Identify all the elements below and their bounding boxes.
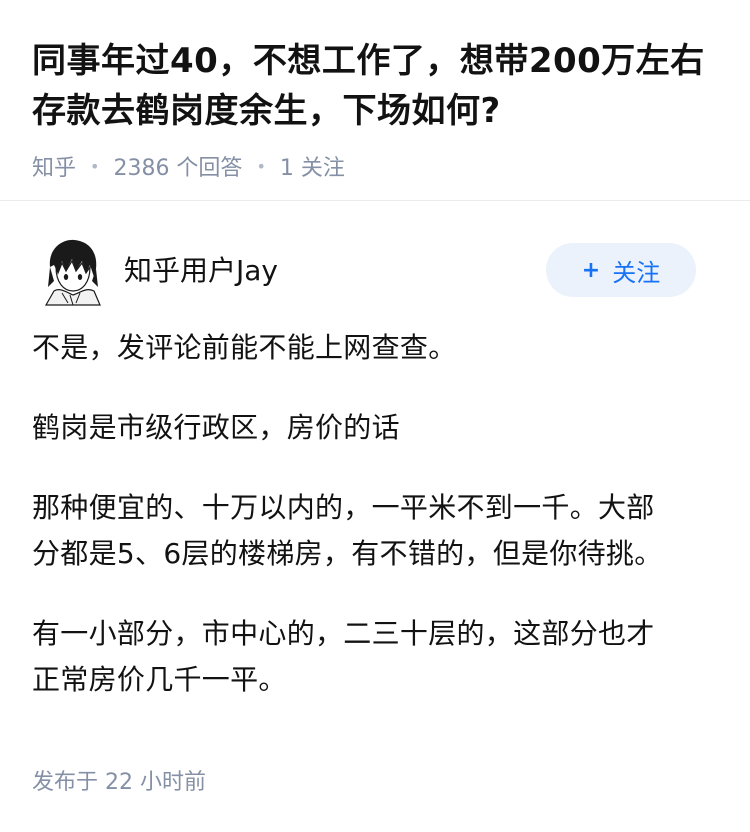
answer-paragraph: 有一小部分，市中心的，二三十层的，这部分也才 正常房价几千一平。 <box>32 611 718 703</box>
paragraph-line: 有一小部分，市中心的，二三十层的，这部分也才 <box>32 617 655 650</box>
question-title-line2: 存款去鹤岗度余生，下场如何? <box>32 91 501 131</box>
answer-card: 知乎用户Jay + 关注 不是，发评论前能不能上网查查。 鹤岗是市级行政区，房价… <box>0 201 750 737</box>
anime-avatar-icon[interactable] <box>40 237 104 307</box>
source-label[interactable]: 知乎 <box>32 150 76 182</box>
answer-paragraph: 鹤岗是市级行政区，房价的话 <box>32 411 400 444</box>
answer-content: 不是，发评论前能不能上网查查。 鹤岗是市级行政区，房价的话 那种便宜的、十万以内… <box>32 325 718 703</box>
answer-paragraph: 那种便宜的、十万以内的，一平米不到一千。大部 分都是5、6层的楼梯房，有不错的，… <box>32 485 718 577</box>
separator-dot: • <box>90 156 100 176</box>
answer-page: 同事年过40，不想工作了，想带200万左右 存款去鹤岗度余生，下场如何? 知乎 … <box>0 0 750 832</box>
paragraph-line: 正常房价几千一平。 <box>32 663 287 696</box>
plus-icon: + <box>581 257 601 283</box>
author-row: 知乎用户Jay + 关注 <box>32 201 718 311</box>
paragraph-line: 那种便宜的、十万以内的，一平米不到一千。大部 <box>32 491 655 524</box>
follow-button-label: 关注 <box>612 258 661 287</box>
question-meta: 知乎 • 2386 个回答 • 1 关注 <box>32 150 718 182</box>
question-title-line1: 同事年过40，不想工作了，想带200万左右 <box>32 41 705 81</box>
paragraph-line: 分都是5、6层的楼梯房，有不错的，但是你待挑。 <box>32 537 663 570</box>
author-name[interactable]: 知乎用户Jay <box>124 253 278 289</box>
separator-dot: • <box>256 156 266 176</box>
question-header: 同事年过40，不想工作了，想带200万左右 存款去鹤岗度余生，下场如何? 知乎 … <box>0 0 750 182</box>
answer-count[interactable]: 2386 个回答 <box>113 150 242 182</box>
follow-button[interactable]: + 关注 <box>546 243 696 297</box>
follow-count[interactable]: 1 关注 <box>280 150 345 182</box>
answer-paragraph: 不是，发评论前能不能上网查查。 <box>32 331 457 364</box>
publish-time: 发布于 22 小时前 <box>32 770 206 795</box>
question-title[interactable]: 同事年过40，不想工作了，想带200万左右 存款去鹤岗度余生，下场如何? <box>32 36 718 136</box>
